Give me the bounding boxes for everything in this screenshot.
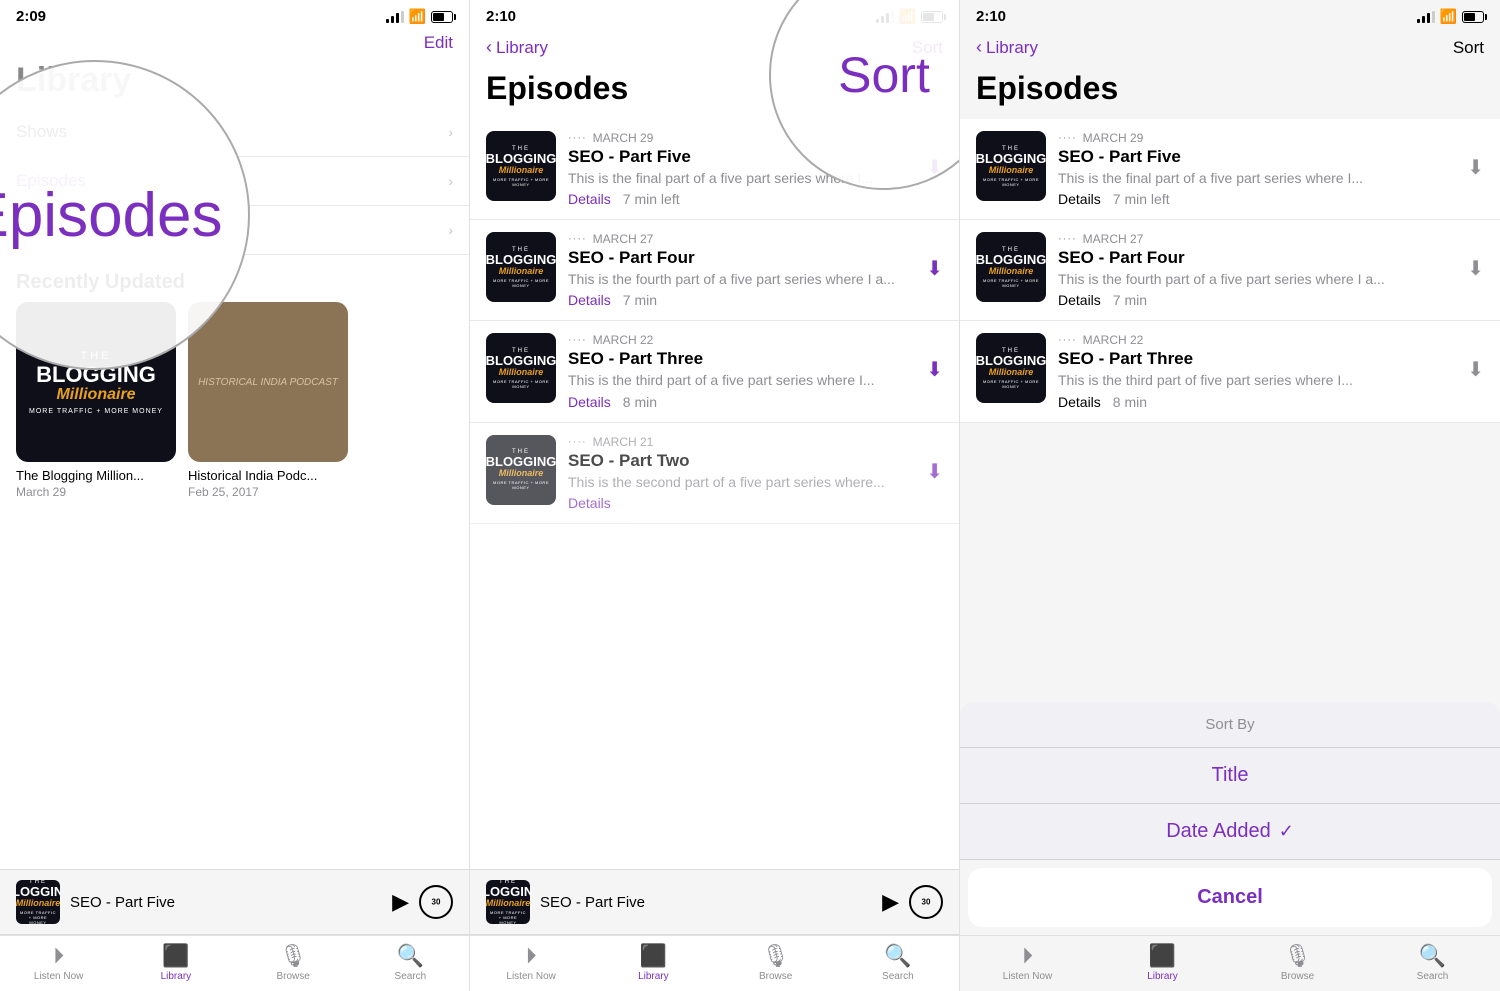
search-icon: 🔍 xyxy=(397,943,424,969)
browse-icon: 🎙 xyxy=(279,943,307,969)
sort-option-title[interactable]: Title xyxy=(960,748,1500,804)
tab-browse[interactable]: 🎙 Browse xyxy=(263,943,323,982)
signal-icon xyxy=(386,11,404,23)
episode-list-panel2: THE BLOGGING Millionaire MORE TRAFFIC + … xyxy=(470,119,959,910)
wifi-icon: 📶 xyxy=(409,8,426,25)
chevron-icon: › xyxy=(448,173,453,189)
back-chevron-icon: ‹ xyxy=(976,37,982,58)
sort-header: Sort By xyxy=(960,702,1500,748)
status-bar-panel3: 2:10 📶 xyxy=(960,0,1500,29)
status-icons-panel3: 📶 xyxy=(1417,8,1484,25)
ep-thumb-part3: THE BLOGGING Millionaire MORE TRAFFIC + … xyxy=(486,333,556,403)
tab-listen-now-p2[interactable]: ⏵ Listen Now xyxy=(501,943,561,982)
chevron-icon: › xyxy=(448,222,453,238)
browse-icon: 🎙 xyxy=(1284,943,1312,969)
listen-now-icon: ⏵ xyxy=(53,943,64,969)
ep-thumb-p3-part5: THE BLOGGING Millionaire MORE TRAFFIC + … xyxy=(976,131,1046,201)
back-button[interactable]: ‹ Library xyxy=(486,37,548,58)
tab-browse-p2[interactable]: 🎙 Browse xyxy=(746,943,806,982)
sort-panel: Sort By Title Date Added ✓ xyxy=(960,702,1500,860)
edit-button[interactable]: Edit xyxy=(424,33,453,53)
listen-now-icon: ⏵ xyxy=(526,943,537,969)
episode-item-p3-part5: THE BLOGGING Millionaire MORE TRAFFIC + … xyxy=(960,119,1500,220)
episode-item-part2[interactable]: THE BLOGGING Millionaire MORE TRAFFIC + … xyxy=(470,423,959,524)
episode-item-part4[interactable]: THE BLOGGING Millionaire MORE TRAFFIC + … xyxy=(470,220,959,321)
browse-icon: 🎙 xyxy=(762,943,790,969)
sort-label-panel3[interactable]: Sort xyxy=(1453,38,1484,58)
time-panel3: 2:10 xyxy=(976,8,1006,25)
player-bar-panel2[interactable]: THE BLOGGING Millionaire MORE TRAFFIC + … xyxy=(470,869,959,935)
download-icon-p3-part5: ⬇ xyxy=(1467,155,1484,180)
page-title-panel3: Episodes xyxy=(960,66,1500,119)
library-icon: ⬛ xyxy=(162,943,189,969)
tab-bar-panel3: ⏵ Listen Now ⬛ Library 🎙 Browse 🔍 Search xyxy=(960,935,1500,991)
skip-button-panel2[interactable]: 30 xyxy=(909,885,943,919)
wifi-icon: 📶 xyxy=(1440,8,1457,25)
tab-listen-now[interactable]: ⏵ Listen Now xyxy=(29,943,89,982)
sort-cancel-wrapper: Cancel xyxy=(968,868,1492,927)
search-icon: 🔍 xyxy=(884,943,911,969)
tab-library-p2[interactable]: ⬛ Library xyxy=(623,943,683,982)
library-icon: ⬛ xyxy=(640,943,667,969)
tab-listen-now-p3[interactable]: ⏵ Listen Now xyxy=(998,943,1058,982)
ep-thumb-p3-part3: THE BLOGGING Millionaire MORE TRAFFIC + … xyxy=(976,333,1046,403)
tab-library[interactable]: ⬛ Library xyxy=(146,943,206,982)
download-icon-p3-part4: ⬇ xyxy=(1467,256,1484,281)
player-title-panel2: SEO - Part Five xyxy=(540,894,872,911)
battery-icon xyxy=(431,11,453,23)
player-title: SEO - Part Five xyxy=(70,894,382,911)
back-button-panel3[interactable]: ‹ Library xyxy=(976,37,1038,58)
signal-icon xyxy=(1417,11,1435,23)
cancel-button[interactable]: Cancel xyxy=(1197,886,1263,908)
player-thumb-panel2: THE BLOGGING Millionaire MORE TRAFFIC + … xyxy=(486,880,530,924)
episode-item-p3-part3: THE BLOGGING Millionaire MORE TRAFFIC + … xyxy=(960,321,1500,422)
player-thumb: THE BLOGGING Millionaire MORE TRAFFIC + … xyxy=(16,880,60,924)
download-icon-part2[interactable]: ⬇ xyxy=(926,459,943,484)
time-panel1: 2:09 xyxy=(16,8,46,25)
tab-search[interactable]: 🔍 Search xyxy=(380,943,440,982)
episode-item-part3[interactable]: THE BLOGGING Millionaire MORE TRAFFIC + … xyxy=(470,321,959,422)
panel-episodes: Sort 2:10 📶 ‹ Library Sort Episodes xyxy=(470,0,960,991)
download-icon-p3-part3: ⬇ xyxy=(1467,357,1484,382)
ep-thumb-part4: THE BLOGGING Millionaire MORE TRAFFIC + … xyxy=(486,232,556,302)
panel-library-home: Episodes 2:09 📶 Edit Library Shows › xyxy=(0,0,470,991)
episodes-big-text: Episodes xyxy=(0,180,223,251)
podcast-card-india[interactable]: HISTORICAL INDIA PODCAST Historical Indi… xyxy=(188,302,348,499)
player-bar-panel1[interactable]: THE BLOGGING Millionaire MORE TRAFFIC + … xyxy=(0,869,469,935)
time-panel2: 2:10 xyxy=(486,8,516,25)
india-podcast-thumb: HISTORICAL INDIA PODCAST xyxy=(188,302,348,462)
sort-modal: Sort By Title Date Added ✓ Cancel xyxy=(960,702,1500,935)
chevron-icon: › xyxy=(448,124,453,140)
tab-bar-panel1: ⏵ Listen Now ⬛ Library 🎙 Browse 🔍 Search xyxy=(0,935,469,991)
checkmark-icon: ✓ xyxy=(1279,821,1294,842)
library-icon: ⬛ xyxy=(1149,943,1176,969)
tab-library-p3[interactable]: ⬛ Library xyxy=(1133,943,1193,982)
ep-thumb-p3-part4: THE BLOGGING Millionaire MORE TRAFFIC + … xyxy=(976,232,1046,302)
play-button-panel2[interactable]: ▶ xyxy=(882,889,899,915)
play-button[interactable]: ▶ xyxy=(392,889,409,915)
sort-circle-text: Sort xyxy=(838,46,930,104)
battery-icon xyxy=(1462,11,1484,23)
download-icon-part4[interactable]: ⬇ xyxy=(926,256,943,281)
tab-search-p2[interactable]: 🔍 Search xyxy=(868,943,928,982)
skip-button[interactable]: 30 xyxy=(419,885,453,919)
status-bar-panel1: 2:09 📶 xyxy=(0,0,469,29)
ep-thumb-part2: THE BLOGGING Millionaire MORE TRAFFIC + … xyxy=(486,435,556,505)
tab-bar-panel2: ⏵ Listen Now ⬛ Library 🎙 Browse 🔍 Search xyxy=(470,935,959,991)
search-icon: 🔍 xyxy=(1419,943,1446,969)
ep-thumb-part5: THE BLOGGING Millionaire MORE TRAFFIC + … xyxy=(486,131,556,201)
sort-option-date-added[interactable]: Date Added ✓ xyxy=(960,804,1500,860)
episode-list-panel3: THE BLOGGING Millionaire MORE TRAFFIC + … xyxy=(960,119,1500,423)
episode-item-p3-part4: THE BLOGGING Millionaire MORE TRAFFIC + … xyxy=(960,220,1500,321)
nav-bar-panel1: Edit xyxy=(0,29,469,61)
episodes-circle-text: Episodes xyxy=(0,180,223,251)
nav-bar-panel3: ‹ Library Sort xyxy=(960,29,1500,66)
tab-browse-p3[interactable]: 🎙 Browse xyxy=(1268,943,1328,982)
tab-search-p3[interactable]: 🔍 Search xyxy=(1403,943,1463,982)
back-chevron-icon: ‹ xyxy=(486,37,492,58)
download-icon-part3[interactable]: ⬇ xyxy=(926,357,943,382)
listen-now-icon: ⏵ xyxy=(1022,943,1033,969)
panel-sort: 2:10 📶 ‹ Library Sort Episodes xyxy=(960,0,1500,991)
status-icons-panel1: 📶 xyxy=(386,8,453,25)
